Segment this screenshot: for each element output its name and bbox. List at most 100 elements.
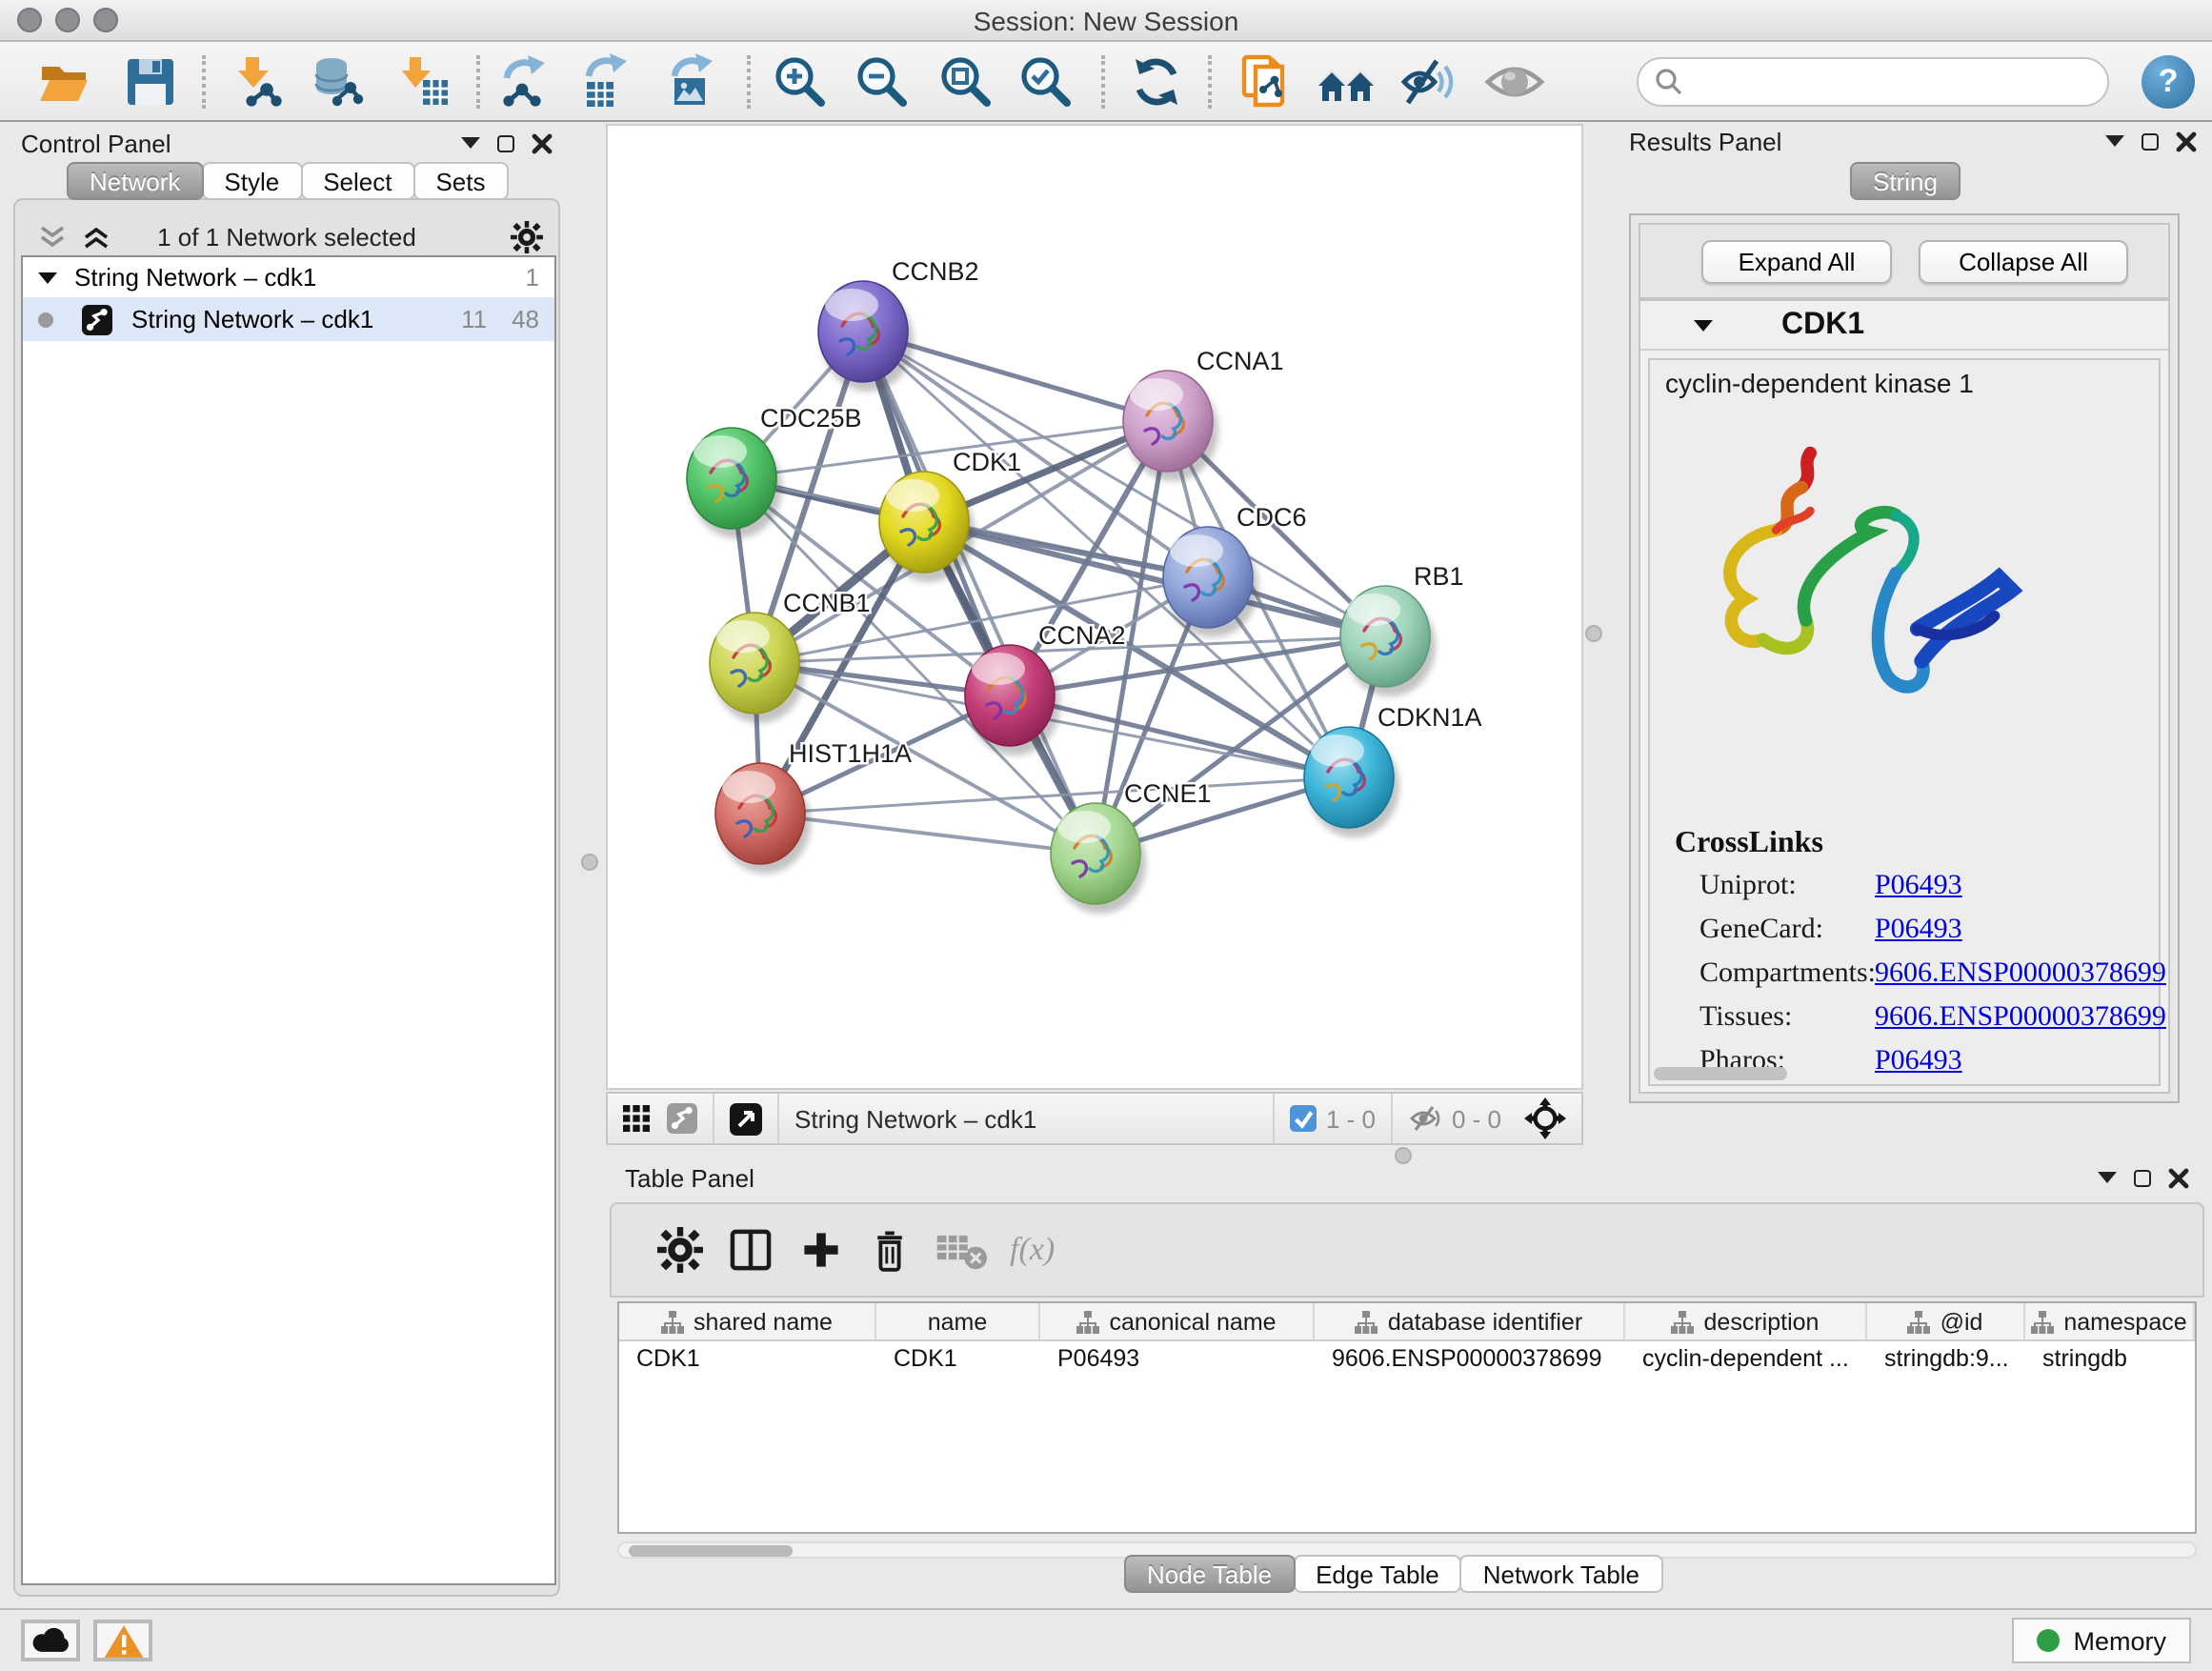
- table-settings-gear-icon[interactable]: [657, 1227, 703, 1273]
- table-cell[interactable]: CDK1: [876, 1341, 1040, 1378]
- import-network-database-button[interactable]: [309, 53, 366, 111]
- network-view-dot-icon: [38, 312, 53, 327]
- automation-cloud-button[interactable]: [21, 1620, 80, 1661]
- table-cell[interactable]: 9606.ENSP00000378699: [1315, 1341, 1625, 1378]
- tree-expander-icon[interactable]: [38, 272, 57, 283]
- column-header--id[interactable]: @id: [1867, 1303, 2025, 1339]
- column-header-name[interactable]: name: [876, 1303, 1040, 1339]
- column-header-namespace[interactable]: namespace: [2025, 1303, 2195, 1339]
- zoom-in-button[interactable]: [772, 53, 829, 111]
- open-session-button[interactable]: [36, 53, 93, 111]
- network-collection-row[interactable]: String Network – cdk1 1: [23, 257, 554, 297]
- column-label: description: [1704, 1308, 1820, 1335]
- gear-icon[interactable]: [511, 220, 543, 252]
- close-panel-icon[interactable]: [532, 132, 553, 153]
- expand-all-button[interactable]: Expand All: [1701, 240, 1892, 284]
- column-header-description[interactable]: description: [1625, 1303, 1867, 1339]
- hide-panel-button[interactable]: [1398, 53, 1456, 111]
- crosslink-link[interactable]: P06493: [1875, 1046, 1962, 1078]
- network-canvas[interactable]: CCNB2CCNA1CDC25BCDK1CDC6RB1CCNB1CCNA2CDK…: [606, 124, 1583, 1090]
- table-cell[interactable]: CDK1: [619, 1341, 876, 1378]
- help-button[interactable]: ?: [2142, 55, 2195, 109]
- crosslink-link[interactable]: 9606.ENSP00000378699: [1875, 958, 2166, 991]
- column-header-canonical-name[interactable]: canonical name: [1040, 1303, 1315, 1339]
- network-row[interactable]: String Network – cdk1 11 48: [23, 297, 554, 341]
- column-label: name: [928, 1308, 988, 1335]
- float-panel-icon[interactable]: [497, 134, 514, 151]
- show-panel-button[interactable]: [1484, 53, 1541, 111]
- refresh-button[interactable]: [1128, 53, 1185, 111]
- table-cell[interactable]: stringdb: [2025, 1341, 2195, 1378]
- save-session-button[interactable]: [122, 53, 179, 111]
- import-table-file-button[interactable]: [396, 53, 453, 111]
- zoom-fit-button[interactable]: [937, 53, 995, 111]
- node-CDKN1A[interactable]: CDKN1A: [1304, 703, 1482, 837]
- search-input[interactable]: [1684, 63, 2107, 101]
- export-network-button[interactable]: [497, 53, 554, 111]
- node-RB1[interactable]: RB1: [1340, 562, 1464, 696]
- search-field[interactable]: [1637, 57, 2109, 107]
- toolbar-separator: [476, 55, 480, 109]
- node-CDC6[interactable]: CDC6: [1163, 503, 1307, 637]
- vertical-splitter-grip[interactable]: [581, 854, 598, 871]
- birds-eye-view-icon[interactable]: [1524, 1097, 1566, 1139]
- section-expander-icon[interactable]: [1694, 319, 1713, 331]
- tab-network-table[interactable]: Network Table: [1460, 1555, 1662, 1593]
- scrollbar-thumb[interactable]: [629, 1545, 793, 1557]
- grid-view-icon[interactable]: [623, 1105, 650, 1132]
- table-cell[interactable]: stringdb:9...: [1867, 1341, 2025, 1378]
- vertical-splitter-grip[interactable]: [1585, 625, 1602, 642]
- collapse-panel-icon[interactable]: [2105, 135, 2124, 147]
- add-column-icon[interactable]: [798, 1227, 844, 1273]
- table-cell[interactable]: cyclin-dependent ...: [1625, 1341, 1867, 1378]
- selected-checkbox-icon[interactable]: [1290, 1105, 1317, 1132]
- tab-edge-table[interactable]: Edge Table: [1293, 1555, 1462, 1593]
- tab-sets[interactable]: Sets: [412, 162, 508, 200]
- warnings-button[interactable]: [93, 1620, 152, 1661]
- float-panel-icon[interactable]: [2134, 1169, 2151, 1186]
- crosslink-link[interactable]: 9606.ENSP00000378699: [1875, 1002, 2166, 1035]
- homes-button[interactable]: [1317, 53, 1374, 111]
- table-row[interactable]: CDK1CDK1P064939606.ENSP00000378699cyclin…: [619, 1341, 2195, 1378]
- close-panel-icon[interactable]: [2176, 131, 2197, 151]
- horizontal-splitter-grip[interactable]: [1395, 1147, 1412, 1164]
- column-header-database-identifier[interactable]: database identifier: [1315, 1303, 1625, 1339]
- tab-network[interactable]: Network: [67, 162, 203, 200]
- collapse-panel-icon[interactable]: [461, 137, 480, 149]
- collapse-all-button[interactable]: Collapse All: [1919, 240, 2128, 284]
- export-image-button[interactable]: [663, 53, 720, 111]
- open-folder-icon: [36, 53, 93, 111]
- import-network-file-button[interactable]: [229, 53, 286, 111]
- tab-select[interactable]: Select: [300, 162, 414, 200]
- float-panel-icon[interactable]: [2142, 132, 2159, 150]
- export-table-button[interactable]: [579, 53, 636, 111]
- memory-button[interactable]: Memory: [2012, 1618, 2191, 1663]
- node-CCNE1[interactable]: CCNE1: [1051, 779, 1212, 914]
- tab-style[interactable]: Style: [201, 162, 302, 200]
- node-CCNA1[interactable]: CCNA1: [1123, 347, 1284, 481]
- node-CDC25B[interactable]: CDC25B: [687, 404, 862, 538]
- show-columns-icon[interactable]: [726, 1225, 775, 1275]
- crosslink-row: GeneCard:P06493: [1650, 915, 2159, 958]
- delete-column-icon[interactable]: [867, 1225, 913, 1275]
- collapse-panel-icon[interactable]: [2098, 1172, 2117, 1183]
- network-badge-gray-icon[interactable]: [667, 1103, 697, 1134]
- open-in-new-icon[interactable]: [730, 1102, 762, 1135]
- share-document-button[interactable]: [1238, 53, 1296, 111]
- tab-node-table[interactable]: Node Table: [1124, 1555, 1295, 1593]
- node-CCNB2[interactable]: CCNB2: [818, 257, 979, 392]
- node-count: 11: [461, 305, 487, 333]
- result-section-header[interactable]: CDK1: [1640, 301, 2168, 351]
- horizontal-scrollbar-thumb[interactable]: [1654, 1067, 1787, 1080]
- table-cell[interactable]: P06493: [1040, 1341, 1315, 1378]
- close-panel-icon[interactable]: [2168, 1167, 2189, 1188]
- node-CDK1[interactable]: CDK1: [879, 448, 1021, 582]
- collection-count: 1: [526, 263, 539, 292]
- tab-string[interactable]: String: [1850, 162, 1961, 200]
- crosslink-link[interactable]: P06493: [1875, 915, 1962, 947]
- zoom-out-button[interactable]: [854, 53, 911, 111]
- column-header-shared-name[interactable]: shared name: [619, 1303, 876, 1339]
- zoom-selected-button[interactable]: [1017, 53, 1075, 111]
- crosslink-link[interactable]: P06493: [1875, 871, 1962, 903]
- column-type-icon: [2031, 1310, 2054, 1333]
